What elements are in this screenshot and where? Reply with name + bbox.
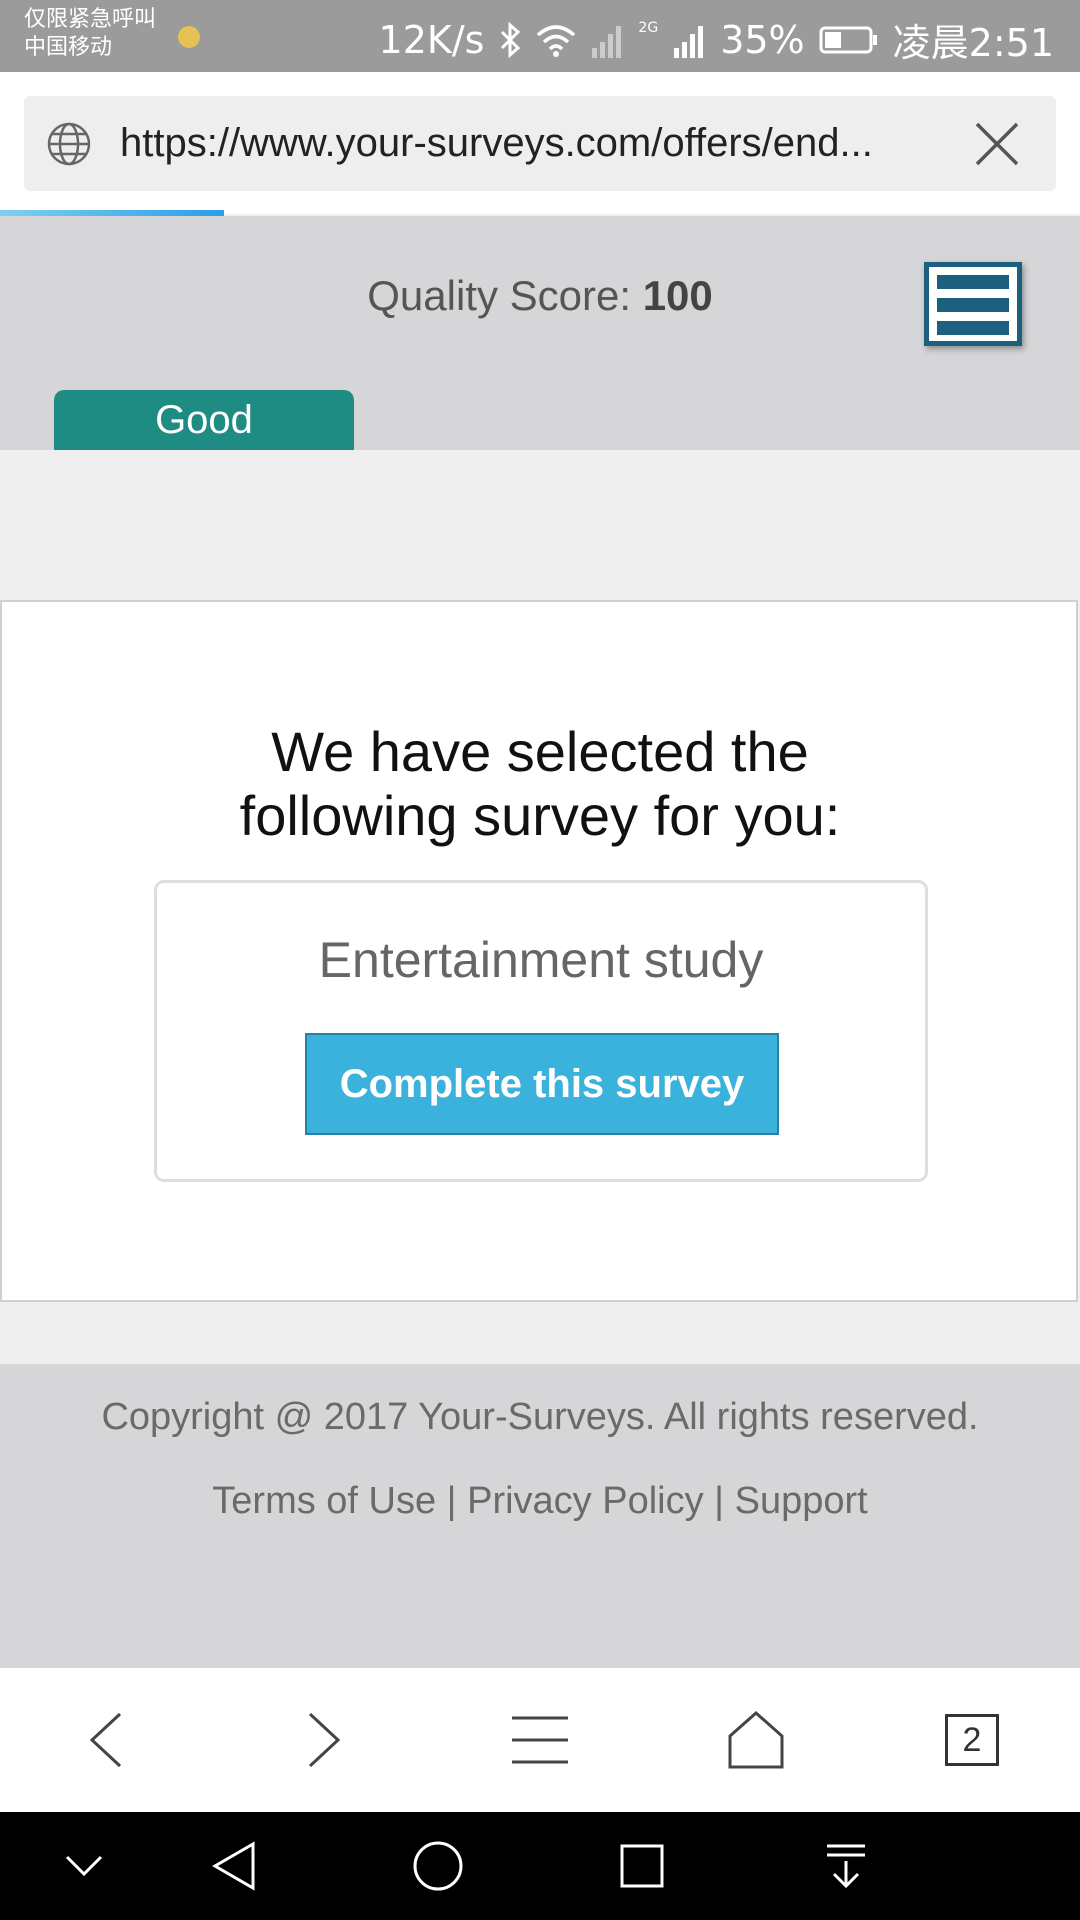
chevron-left-icon — [89, 1712, 122, 1768]
notification-dot-icon — [178, 26, 200, 48]
menu-button[interactable] — [924, 262, 1022, 346]
survey-name: Entertainment study — [318, 932, 764, 988]
status-bar: 仅限紧急呼叫 中国移动 12K/s 2G 35% 凌晨2:51 — [0, 0, 1080, 72]
address-bar[interactable]: https://www.your-surveys.com/offers/end.… — [24, 96, 1056, 191]
page-footer: Copyright @ 2017 Your-Surveys. All right… — [0, 1364, 1080, 1668]
survey-header: Quality Score: 100 Good — [0, 216, 1080, 450]
carrier-name: 中国移动 — [24, 35, 113, 60]
chevron-right-icon — [308, 1712, 341, 1768]
browser-address-area: https://www.your-surveys.com/offers/end.… — [0, 72, 1080, 214]
globe-icon — [47, 122, 91, 166]
headline-line-2: following survey for you: — [239, 784, 841, 847]
system-navigation-bar — [0, 1812, 1080, 1920]
survey-box: Entertainment study Complete this survey — [154, 880, 928, 1182]
quality-score-label: Quality Score: — [367, 272, 632, 319]
wifi-icon — [537, 24, 576, 57]
close-icon[interactable] — [974, 121, 1020, 167]
battery-percent: 35% — [720, 17, 805, 62]
quality-score: Quality Score: 100 — [0, 272, 1080, 320]
network-type-label: 2G — [638, 19, 659, 36]
url-text[interactable]: https://www.your-surveys.com/offers/end.… — [120, 96, 960, 191]
back-button[interactable] — [36, 1668, 176, 1812]
link-separator: | — [714, 1480, 725, 1522]
complete-survey-button[interactable]: Complete this survey — [305, 1033, 779, 1135]
hide-nav-button[interactable] — [14, 1812, 154, 1920]
footer-links: Terms of Use | Privacy Policy | Support — [0, 1480, 1080, 1523]
copyright-text: Copyright @ 2017 Your-Surveys. All right… — [101, 1396, 979, 1438]
signal-sim2-icon — [674, 25, 704, 58]
network-speed: 12K/s — [378, 17, 485, 62]
system-back-button[interactable] — [164, 1812, 304, 1920]
browser-toolbar: 2 — [0, 1668, 1080, 1812]
hamburger-icon — [512, 1716, 568, 1764]
terms-of-use-link[interactable]: Terms of Use — [212, 1480, 436, 1522]
battery-icon — [819, 26, 877, 53]
carrier-info: 仅限紧急呼叫 中国移动 — [24, 6, 156, 62]
headline-line-1: We have selected the — [271, 720, 809, 783]
quality-rating-tab: Good — [54, 390, 354, 450]
menu-bar-icon — [937, 298, 1009, 312]
link-separator: | — [446, 1480, 457, 1522]
forward-button[interactable] — [254, 1668, 394, 1812]
notifications-pull-button[interactable] — [776, 1812, 916, 1920]
tab-count: 2 — [945, 1714, 999, 1766]
home-circle-icon — [413, 1841, 463, 1891]
survey-offer-card: We have selected the following survey fo… — [0, 600, 1078, 1302]
quality-score-value: 100 — [642, 272, 713, 319]
menu-bar-icon — [937, 321, 1009, 335]
clock: 凌晨2:51 — [892, 21, 1054, 65]
status-indicators: 12K/s 2G 35% 凌晨2:51 — [379, 12, 1054, 67]
bluetooth-icon — [501, 21, 521, 58]
signal-sim1-icon — [592, 25, 622, 58]
recents-square-icon — [620, 1844, 664, 1888]
chevron-down-icon — [65, 1855, 103, 1877]
system-home-button[interactable] — [368, 1812, 508, 1920]
tabs-button[interactable]: 2 — [902, 1668, 1042, 1812]
back-triangle-icon — [212, 1841, 255, 1891]
system-recents-button[interactable] — [572, 1812, 712, 1920]
home-icon — [728, 1710, 784, 1769]
pull-down-icon — [827, 1844, 865, 1889]
menu-bar-icon — [937, 275, 1009, 289]
page-title: We have selected the following survey fo… — [2, 720, 1078, 848]
privacy-policy-link[interactable]: Privacy Policy — [467, 1480, 704, 1522]
home-button[interactable] — [686, 1668, 826, 1812]
emergency-calls-text: 仅限紧急呼叫 — [24, 7, 157, 32]
support-link[interactable]: Support — [735, 1480, 868, 1522]
browser-menu-button[interactable] — [470, 1668, 610, 1812]
